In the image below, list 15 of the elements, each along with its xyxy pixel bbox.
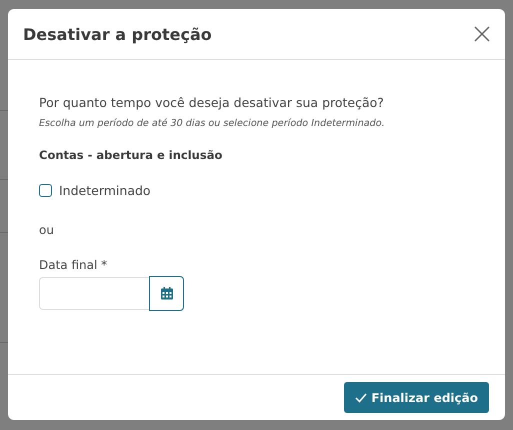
section-heading: Contas - abertura e inclusão bbox=[39, 148, 224, 162]
close-button[interactable] bbox=[473, 25, 491, 43]
calendar-icon bbox=[160, 287, 172, 300]
date-field[interactable] bbox=[39, 277, 149, 310]
question-text: Por quanto tempo você deseja desativar sua proteção? bbox=[39, 95, 385, 110]
separator-text: ou bbox=[39, 223, 55, 237]
checkbox-label: Indeterminado bbox=[59, 183, 151, 198]
finish-button[interactable]: Finalizar edição bbox=[344, 382, 489, 413]
field-label: Data final * bbox=[39, 258, 108, 272]
calendar-button[interactable] bbox=[149, 276, 184, 311]
checkbox[interactable] bbox=[39, 184, 52, 197]
check-icon bbox=[355, 392, 368, 402]
dialog-title: Desativar a proteção bbox=[23, 24, 212, 44]
hint-text: Escolha um período de até 30 dias ou selecione período Indeterminado. bbox=[39, 118, 386, 129]
close-icon bbox=[473, 25, 491, 43]
